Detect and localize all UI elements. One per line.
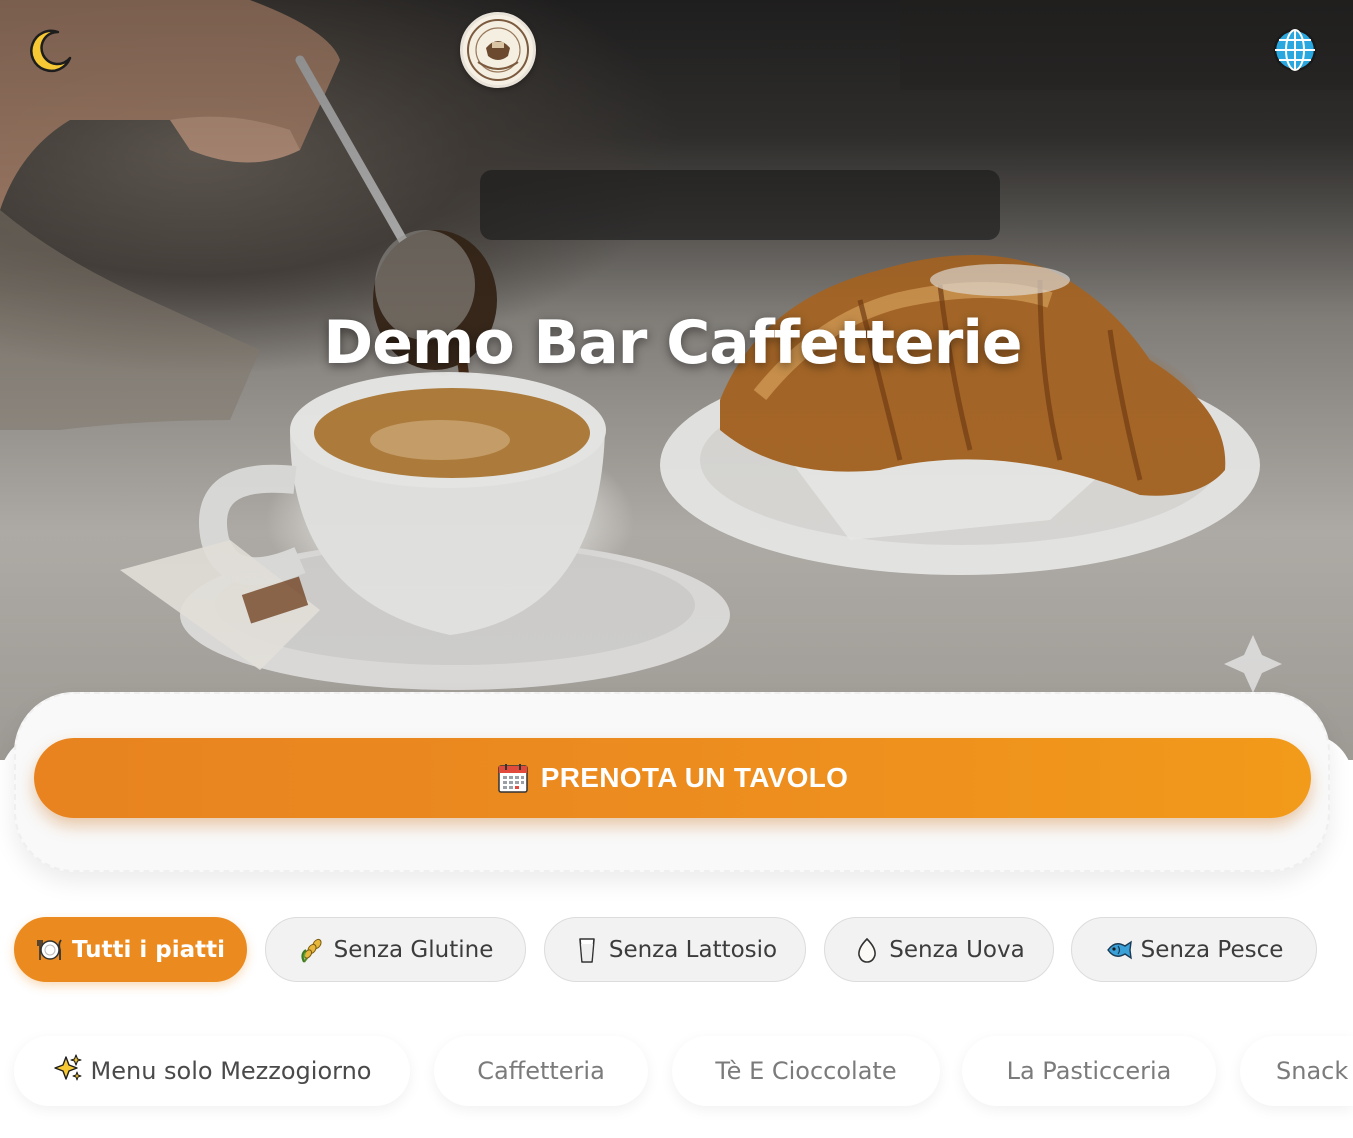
theme-toggle-button[interactable]: [26, 26, 76, 76]
category-label: Caffetteria: [477, 1057, 605, 1085]
category-label: La Pasticceria: [1006, 1057, 1172, 1085]
moon-icon: [30, 29, 72, 73]
category-tab-te-cioccolate[interactable]: Tè E Cioccolate: [672, 1036, 940, 1106]
category-tab-lunch-menu[interactable]: Menu solo Mezzogiorno: [14, 1036, 410, 1106]
cafe-logo: [460, 12, 536, 88]
category-label: Menu solo Mezzogiorno: [90, 1057, 372, 1085]
filter-label: Senza Uova: [889, 936, 1025, 963]
hero-overlay: [0, 0, 1353, 760]
egg-icon: [853, 936, 881, 964]
category-label: Snack: [1276, 1057, 1349, 1085]
globe-icon: [1273, 28, 1317, 72]
milk-glass-icon: [573, 936, 601, 964]
category-tab-pasticceria[interactable]: La Pasticceria: [962, 1036, 1216, 1106]
language-button[interactable]: [1272, 27, 1318, 73]
plate-cutlery-icon: [36, 936, 64, 964]
filter-label: Senza Pesce: [1140, 936, 1284, 963]
filter-lactose-free[interactable]: Senza Lattosio: [544, 917, 806, 982]
book-table-label: PRENOTA UN TAVOLO: [540, 762, 849, 793]
hero-banner: [0, 0, 1353, 760]
calendar-icon: [498, 764, 528, 793]
category-label: Tè E Cioccolate: [715, 1057, 897, 1085]
filter-fish-free[interactable]: Senza Pesce: [1071, 917, 1317, 982]
filter-all-dishes[interactable]: Tutti i piatti: [14, 917, 247, 982]
filter-egg-free[interactable]: Senza Uova: [824, 917, 1054, 982]
wheat-icon: [298, 936, 326, 964]
fish-icon: [1105, 936, 1133, 964]
filter-label: Tutti i piatti: [71, 936, 226, 963]
filter-label: Senza Lattosio: [608, 936, 778, 963]
category-tab-caffetteria[interactable]: Caffetteria: [434, 1036, 648, 1106]
category-tab-snack[interactable]: Snack: [1240, 1036, 1353, 1106]
filter-label: Senza Glutine: [333, 936, 494, 963]
book-table-button[interactable]: PRENOTA UN TAVOLO: [34, 738, 1311, 818]
filter-gluten-free[interactable]: Senza Glutine: [265, 917, 526, 982]
sparkles-icon: [53, 1053, 83, 1089]
logo-emblem: [467, 19, 529, 81]
page-title: Demo Bar Caffetterie: [323, 308, 1022, 378]
